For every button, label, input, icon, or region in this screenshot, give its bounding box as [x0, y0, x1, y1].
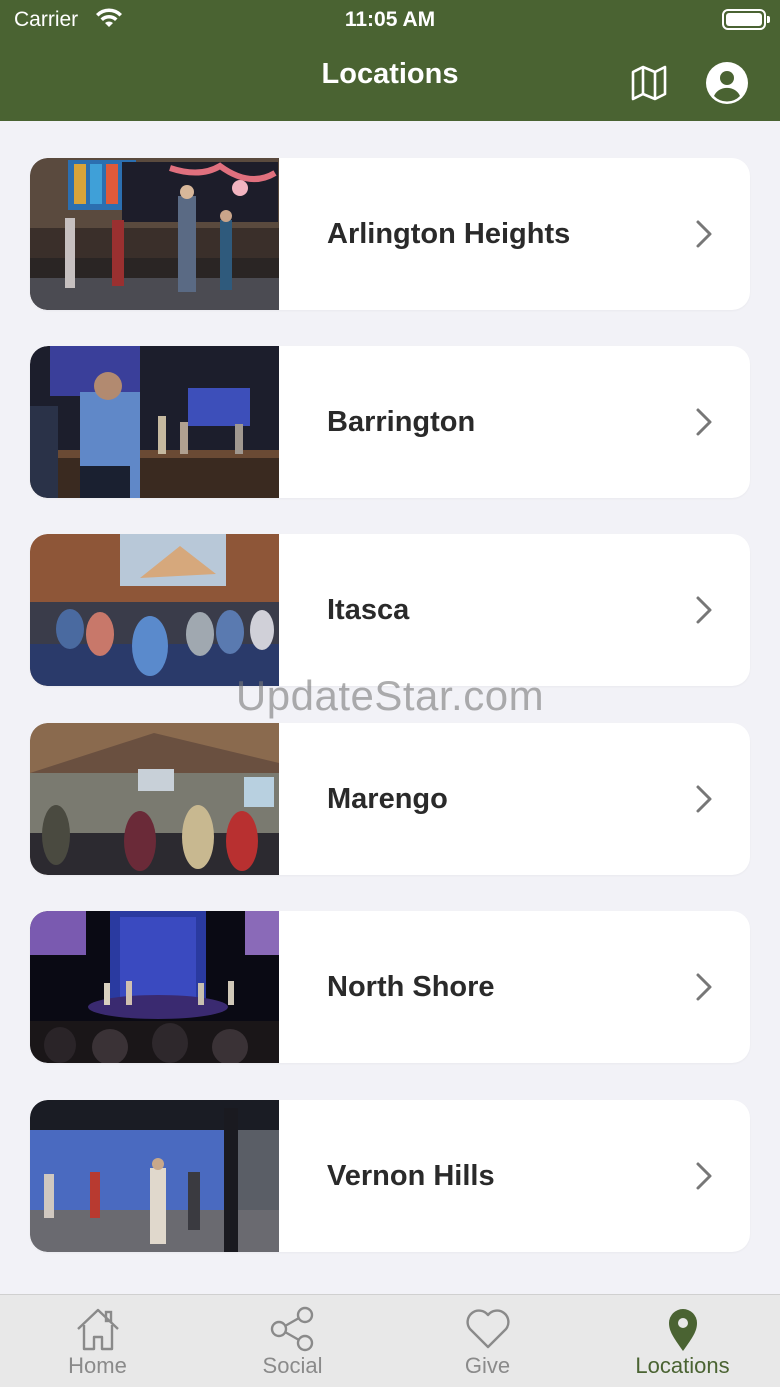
tab-label: Locations [635, 1353, 730, 1378]
location-card-barrington[interactable]: Barrington [30, 346, 750, 498]
location-name: North Shore [327, 971, 495, 1003]
location-name: Itasca [327, 594, 410, 626]
location-card-north-shore[interactable]: North Shore [30, 911, 750, 1063]
location-photo [30, 158, 279, 310]
location-name: Marengo [327, 783, 448, 815]
location-card-itasca[interactable]: Itasca [30, 534, 750, 686]
heart-icon [466, 1309, 510, 1349]
chevron-right-icon [696, 408, 712, 436]
tab-locations[interactable]: Locations [585, 1295, 780, 1387]
tab-social[interactable]: Social [195, 1295, 390, 1387]
location-name: Vernon Hills [327, 1160, 495, 1192]
location-photo [30, 911, 279, 1063]
share-icon [270, 1306, 314, 1352]
tab-home[interactable]: Home [0, 1295, 195, 1387]
location-name: Barrington [327, 406, 476, 438]
tab-label: Home [68, 1353, 127, 1378]
chevron-right-icon [696, 973, 712, 1001]
location-photo [30, 723, 279, 875]
map-icon[interactable] [630, 64, 668, 102]
battery-icon [722, 9, 770, 30]
nav-header: Carrier 11:05 AM Locations [0, 0, 780, 121]
home-icon [77, 1308, 119, 1351]
tab-label: Social [262, 1353, 323, 1378]
location-photo [30, 1100, 279, 1252]
location-card-arlington-heights[interactable]: Arlington Heights [30, 158, 750, 310]
tab-label: Give [464, 1353, 511, 1378]
tab-give[interactable]: Give [390, 1295, 585, 1387]
location-photo [30, 346, 279, 498]
profile-icon[interactable] [705, 61, 749, 105]
location-pin-icon [669, 1309, 697, 1351]
chevron-right-icon [696, 785, 712, 813]
status-bar: Carrier 11:05 AM [0, 0, 780, 42]
location-photo [30, 534, 279, 686]
status-time: 11:05 AM [344, 8, 436, 31]
tab-bar: Home Social Give Locations [0, 1294, 780, 1387]
chevron-right-icon [696, 220, 712, 248]
location-card-vernon-hills[interactable]: Vernon Hills [30, 1100, 750, 1252]
location-card-marengo[interactable]: Marengo [30, 723, 750, 875]
chevron-right-icon [696, 1162, 712, 1190]
location-name: Arlington Heights [327, 218, 571, 250]
chevron-right-icon [696, 596, 712, 624]
